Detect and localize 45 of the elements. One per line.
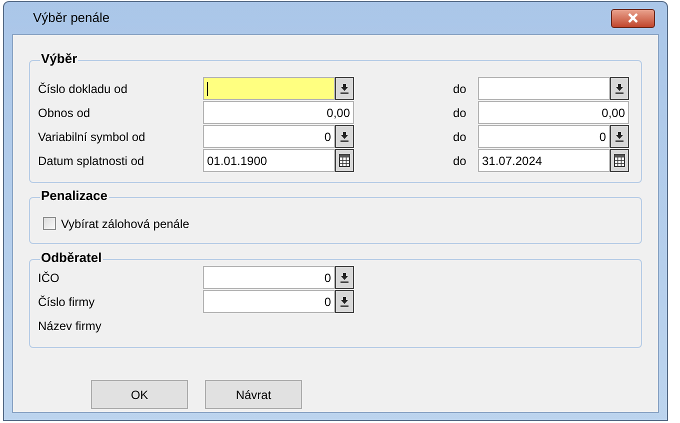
input-field[interactable]: 0,00: [478, 101, 629, 124]
lookup-button[interactable]: [335, 266, 354, 289]
lookup-button[interactable]: [335, 290, 354, 313]
calendar-icon: [339, 154, 350, 167]
download-arrow-icon: [340, 132, 349, 142]
input-field[interactable]: 0: [203, 290, 335, 313]
input-field[interactable]: [478, 77, 610, 100]
field-label: Číslo dokladu od: [37, 80, 128, 98]
field-label: Název firmy: [37, 318, 102, 334]
download-arrow-icon: [340, 296, 349, 306]
input-field[interactable]: 0: [203, 266, 335, 289]
download-arrow-icon: [615, 132, 624, 142]
close-icon: [627, 13, 639, 23]
lookup-button[interactable]: [610, 125, 629, 148]
input-field[interactable]: 31.07.2024: [478, 149, 610, 172]
field-label: do: [453, 128, 468, 146]
input-field[interactable]: 01.01.1900: [203, 149, 335, 172]
download-arrow-icon: [340, 84, 349, 94]
field-label: do: [453, 152, 468, 170]
field-label: IČO: [37, 270, 60, 286]
field-label: Obnos od: [37, 104, 92, 122]
dialog-button[interactable]: Návrat: [205, 380, 302, 409]
calendar-icon: [614, 154, 625, 167]
input-field[interactable]: 0: [203, 125, 335, 148]
window-title: Výběr penále: [33, 9, 110, 28]
group-title: Výběr: [40, 51, 78, 67]
download-arrow-icon: [615, 84, 624, 94]
close-button[interactable]: [611, 8, 655, 28]
field-label: Číslo firmy: [37, 294, 96, 310]
field-label: do: [453, 104, 468, 122]
input-field[interactable]: [203, 77, 335, 100]
dialog-button[interactable]: OK: [91, 380, 188, 409]
lookup-button[interactable]: [335, 125, 354, 148]
checkbox[interactable]: [43, 217, 56, 230]
calendar-button[interactable]: [335, 149, 354, 172]
calendar-button[interactable]: [610, 149, 629, 172]
checkbox-label: Vybírat zálohová penále: [61, 216, 190, 232]
download-arrow-icon: [340, 272, 349, 282]
lookup-button[interactable]: [335, 77, 354, 100]
field-label: do: [453, 80, 468, 98]
input-field[interactable]: 0: [478, 125, 610, 148]
lookup-button[interactable]: [610, 77, 629, 100]
field-label: Datum splatnosti od: [37, 152, 146, 170]
field-label: Variabilní symbol od: [37, 128, 146, 146]
input-field[interactable]: 0,00: [203, 101, 354, 124]
